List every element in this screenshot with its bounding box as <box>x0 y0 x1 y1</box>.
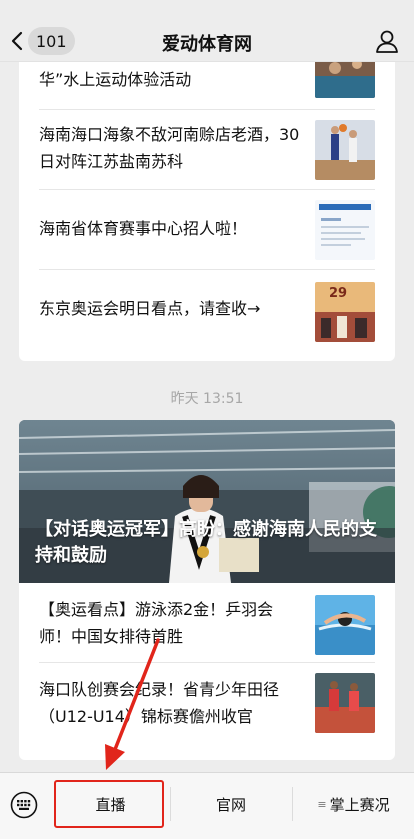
hero-article-title: 【对话奥运冠军】高盼：感谢海南人民的支持和鼓励 <box>35 519 377 566</box>
top-nav-bar: 101 爱动体育网 <box>0 0 414 62</box>
article-title: 海南海口海象不敌河南赊店老酒，30日对阵江苏盐南苏科 <box>39 125 300 171</box>
article-card: 【对话奥运冠军】高盼：感谢海南人民的支持和鼓励 【奥运看点】游泳添2金！乒羽会师… <box>19 420 395 760</box>
keyboard-icon[interactable] <box>10 791 38 819</box>
article-card: 华”水上运动体验活动 海南海口海象不敌河南赊店老酒，30日对阵江苏盐南苏科 海南… <box>19 46 395 361</box>
article-title: 【奥运看点】游泳添2金！乒羽会师！中国女排待首胜 <box>39 600 274 646</box>
thumbnail-day-label: 29 <box>329 286 348 301</box>
user-icon[interactable] <box>374 28 400 54</box>
list-item[interactable]: 东京奥运会明日看点，请查收→ 29 <box>39 270 375 361</box>
article-thumbnail <box>315 595 375 655</box>
article-title: 华”水上运动体验活动 <box>39 70 192 89</box>
article-thumbnail <box>315 200 375 260</box>
menu-item-official-site[interactable]: 官网 <box>171 773 291 835</box>
article-title: 海南省体育赛事中心招人啦！ <box>39 219 248 238</box>
article-thumbnail <box>315 673 375 733</box>
article-thumbnail: 29 <box>315 282 375 342</box>
article-title: 海口队创赛会纪录！省青少年田径（U12-U14）锦标赛儋州收官 <box>39 680 280 726</box>
list-item[interactable]: 海口队创赛会纪录！省青少年田径（U12-U14）锦标赛儋州收官 <box>39 663 375 760</box>
page-title: 爱动体育网 <box>162 34 252 55</box>
highlight-box <box>54 780 164 828</box>
menu-item-label: 掌上赛况 <box>329 795 390 814</box>
list-item[interactable]: 【奥运看点】游泳添2金！乒羽会师！中国女排待首胜 <box>39 583 375 663</box>
message-timestamp: 昨天 13:51 <box>170 391 244 407</box>
hero-article[interactable]: 【对话奥运冠军】高盼：感谢海南人民的支持和鼓励 <box>19 420 395 583</box>
list-item[interactable]: 海南省体育赛事中心招人啦！ <box>39 190 375 270</box>
list-item[interactable]: 海南海口海象不敌河南赊店老酒，30日对阵江苏盐南苏科 <box>39 110 375 190</box>
article-title: 东京奥运会明日看点，请查收→ <box>39 299 261 318</box>
menu-item-live-scores[interactable]: ≡ 掌上赛况 <box>293 773 414 835</box>
article-thumbnail <box>315 120 375 180</box>
submenu-indicator-icon: ≡ <box>317 797 327 811</box>
